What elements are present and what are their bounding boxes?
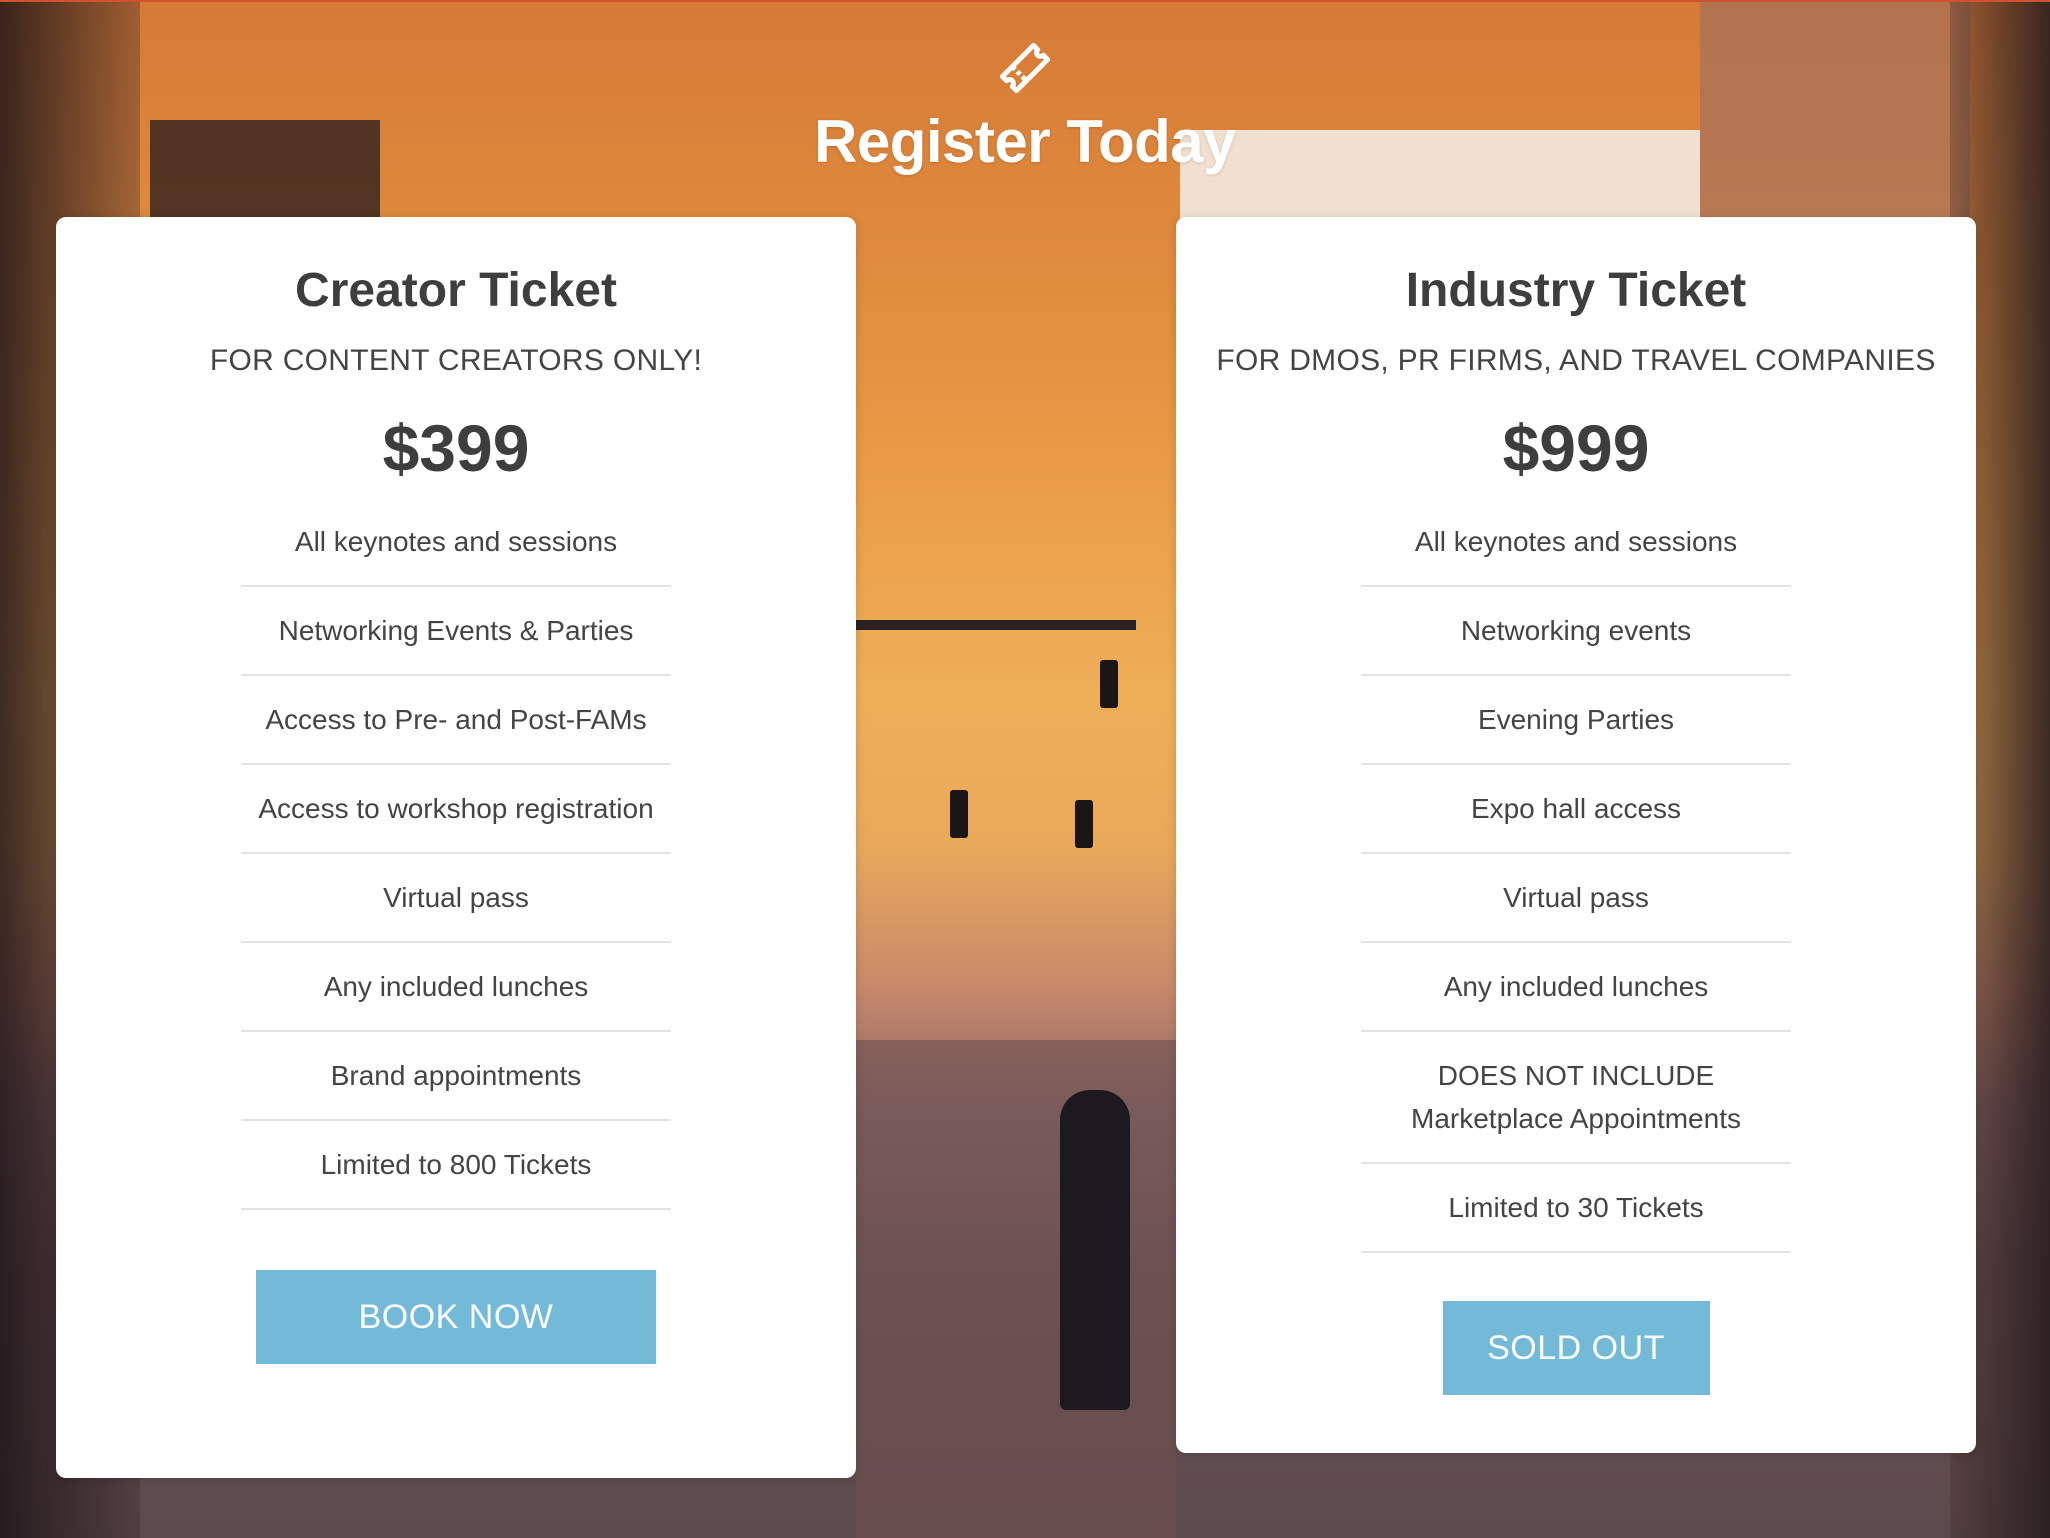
ticket-subtitle: FOR CONTENT CREATORS ONLY!: [209, 344, 703, 377]
ticket-name: Industry Ticket: [1405, 264, 1747, 317]
feature-item: Virtual pass: [1361, 854, 1791, 943]
feature-item: Any included lunches: [241, 943, 671, 1032]
industry-ticket-card: Industry Ticket FOR DMOS, PR FIRMS, AND …: [1176, 217, 1976, 1453]
feature-item: All keynotes and sessions: [1361, 498, 1791, 587]
feature-item: Limited to 30 Tickets: [1361, 1164, 1791, 1253]
background-traffic-light: [1100, 660, 1118, 708]
background-person: [1060, 1090, 1130, 1410]
feature-item: Networking Events & Parties: [241, 587, 671, 676]
page-header: Register Today: [0, 38, 2050, 176]
feature-list: All keynotes and sessions Networking eve…: [1361, 498, 1791, 1253]
feature-item: Any included lunches: [1361, 943, 1791, 1032]
feature-item: Expo hall access: [1361, 765, 1791, 854]
feature-item: Access to workshop registration: [241, 765, 671, 854]
feature-item: Access to Pre- and Post-FAMs: [241, 676, 671, 765]
feature-item: Virtual pass: [241, 854, 671, 943]
feature-list: All keynotes and sessions Networking Eve…: [241, 498, 671, 1210]
ticket-price: $399: [382, 411, 530, 485]
ticket-subtitle: FOR DMOS, PR FIRMS, AND TRAVEL COMPANIES: [1216, 344, 1936, 377]
ticket-name: Creator Ticket: [295, 264, 617, 317]
sold-out-button[interactable]: SOLD OUT: [1442, 1301, 1710, 1395]
ticket-price: $999: [1502, 411, 1650, 485]
background-signal-pole: [856, 620, 1136, 630]
background-traffic-light: [950, 790, 968, 838]
creator-ticket-card: Creator Ticket FOR CONTENT CREATORS ONLY…: [56, 217, 856, 1478]
page-title: Register Today: [814, 108, 1237, 175]
feature-item: Networking events: [1361, 587, 1791, 676]
feature-item: Brand appointments: [241, 1032, 671, 1121]
background-traffic-light: [1075, 800, 1093, 848]
feature-item: Evening Parties: [1361, 676, 1791, 765]
feature-item: All keynotes and sessions: [241, 498, 671, 587]
top-accent-bar: [0, 0, 2050, 2]
book-now-button[interactable]: BOOK NOW: [256, 1270, 656, 1364]
feature-item: Limited to 800 Tickets: [241, 1121, 671, 1210]
ticket-icon: [995, 38, 1055, 98]
feature-item: DOES NOT INCLUDE Marketplace Appointment…: [1361, 1032, 1791, 1164]
